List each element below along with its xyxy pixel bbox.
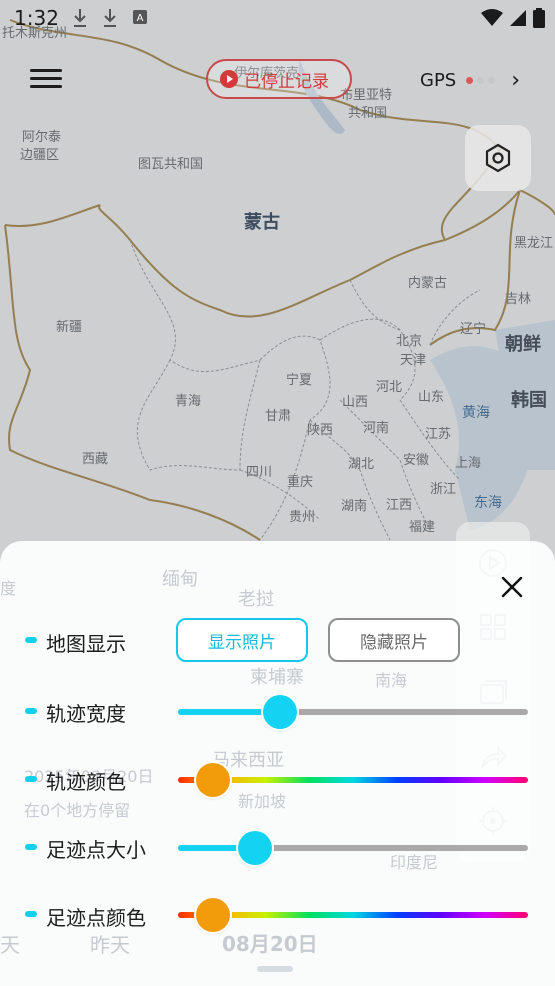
map-label: 安徽 bbox=[403, 453, 430, 468]
map-display-label: 地图显示 bbox=[46, 632, 126, 656]
map-label: 新疆 bbox=[56, 320, 83, 335]
background-text: 柬埔寨 bbox=[250, 667, 304, 688]
map-label: 蒙古 bbox=[244, 212, 280, 233]
map-label: 边疆区 bbox=[20, 148, 60, 163]
close-icon[interactable] bbox=[499, 574, 525, 600]
svg-text:A: A bbox=[137, 13, 144, 24]
map-label: 河北 bbox=[376, 380, 403, 395]
gps-indicator[interactable]: GPS › bbox=[420, 68, 520, 93]
track-color-slider[interactable] bbox=[178, 777, 528, 783]
row-bullet bbox=[25, 637, 37, 643]
background-text: 天 bbox=[0, 933, 20, 957]
map-label: 湖南 bbox=[341, 499, 368, 514]
download-icon bbox=[104, 9, 116, 27]
app-icon: A bbox=[133, 10, 147, 24]
row-bullet bbox=[25, 844, 37, 850]
map-label: 共和国 bbox=[348, 106, 388, 121]
wifi-icon bbox=[481, 9, 503, 26]
play-icon bbox=[220, 70, 238, 88]
map-label: 西藏 bbox=[82, 452, 109, 467]
map-label: 朝鲜 bbox=[505, 334, 541, 355]
background-text: 新加坡 bbox=[238, 792, 287, 811]
map-label: 江苏 bbox=[425, 427, 452, 442]
background-text: 老挝 bbox=[238, 589, 274, 610]
system-icons bbox=[481, 8, 545, 28]
map-label: 青海 bbox=[175, 394, 202, 409]
map-label: 天津 bbox=[400, 353, 427, 368]
status-bar: 1:32 A bbox=[0, 0, 555, 36]
map-label: 贵州 bbox=[289, 510, 316, 525]
gps-signal-dot bbox=[477, 77, 485, 84]
row-bullet bbox=[25, 776, 37, 782]
chevron-right-icon: › bbox=[511, 68, 521, 93]
map-label: 江西 bbox=[386, 498, 413, 513]
map-label: 山西 bbox=[342, 395, 369, 410]
map-label: 东海 bbox=[474, 495, 502, 511]
signal-icon bbox=[510, 10, 526, 26]
track-color-slider-thumb[interactable] bbox=[196, 763, 230, 797]
gps-label: GPS bbox=[420, 70, 457, 91]
map-label: 陕西 bbox=[307, 423, 334, 438]
track-width-label: 轨迹宽度 bbox=[46, 702, 126, 726]
map-label: 黑龙江 bbox=[514, 236, 554, 251]
map-label: 上海 bbox=[455, 456, 482, 471]
map-label: 宁夏 bbox=[286, 373, 313, 388]
map-label: 内蒙古 bbox=[408, 276, 448, 291]
footprint-color-slider-thumb[interactable] bbox=[196, 898, 230, 932]
map-label: 黄海 bbox=[462, 405, 490, 421]
gps-signal-dot bbox=[466, 77, 474, 84]
background-text: 08月20日 bbox=[222, 932, 318, 956]
background-text: 南海 bbox=[375, 671, 408, 690]
background-text: 昨天 bbox=[90, 933, 130, 957]
background-text: 印度尼 bbox=[390, 853, 439, 872]
map-label: 湖北 bbox=[348, 457, 375, 472]
map-label: 韩国 bbox=[511, 390, 547, 411]
menu-icon[interactable] bbox=[30, 64, 62, 96]
footprint-color-slider[interactable] bbox=[178, 912, 528, 918]
map-label: 吉林 bbox=[505, 292, 532, 307]
row-bullet bbox=[25, 708, 37, 714]
track-color-label: 轨迹颜色 bbox=[46, 770, 126, 794]
record-status-button[interactable]: 已停止记录 bbox=[206, 59, 352, 99]
record-status-label: 已停止记录 bbox=[244, 71, 329, 92]
sheet-grab-handle[interactable] bbox=[257, 966, 293, 972]
footprint-size-label: 足迹点大小 bbox=[46, 838, 146, 862]
map-label: 四川 bbox=[246, 465, 273, 480]
download-icon bbox=[74, 9, 86, 27]
notification-icons: A bbox=[72, 8, 148, 28]
map-label: 福建 bbox=[409, 520, 436, 535]
show-photos-button[interactable]: 显示照片 bbox=[176, 618, 308, 662]
gps-signal-dot bbox=[488, 77, 496, 84]
map-label: 重庆 bbox=[287, 475, 314, 490]
map-label: 辽宁 bbox=[460, 322, 487, 337]
background-text: 在0个地方停留 bbox=[24, 801, 131, 820]
status-time: 1:32 bbox=[14, 6, 59, 30]
map-label: 河南 bbox=[363, 421, 390, 436]
map-label: 浙江 bbox=[430, 482, 457, 497]
background-text: 度 bbox=[0, 579, 17, 598]
map-label: 山东 bbox=[418, 390, 445, 405]
map-label: 图瓦共和国 bbox=[138, 157, 204, 172]
map-label: 甘肃 bbox=[265, 409, 292, 424]
map-label: 北京 bbox=[396, 334, 423, 349]
footprint-color-label: 足迹点颜色 bbox=[46, 906, 146, 930]
battery-icon bbox=[533, 8, 545, 28]
row-bullet bbox=[25, 911, 37, 917]
hide-photos-button[interactable]: 隐藏照片 bbox=[328, 618, 460, 662]
map-label: 阿尔泰 bbox=[22, 130, 62, 145]
background-text: 缅甸 bbox=[162, 569, 198, 590]
footprint-size-slider-thumb[interactable] bbox=[238, 831, 272, 865]
settings-hex-icon bbox=[485, 143, 511, 173]
map-settings-button[interactable] bbox=[465, 125, 531, 191]
track-width-slider-thumb[interactable] bbox=[262, 695, 297, 729]
